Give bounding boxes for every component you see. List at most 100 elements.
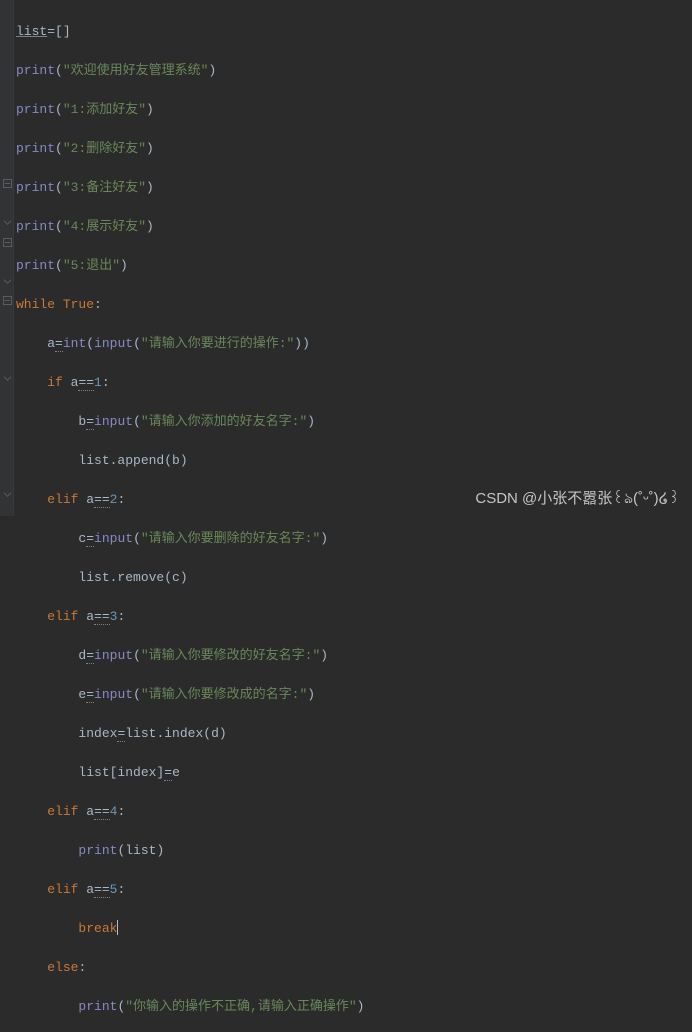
code-token: print <box>78 843 117 858</box>
code-token: "欢迎使用好友管理系统" <box>63 63 209 78</box>
code-token: input <box>94 687 133 702</box>
code-token: : <box>117 804 125 819</box>
code-token: = <box>86 687 94 703</box>
watermark-text: CSDN @小张不嚣张꒰ঌ(˚ᵕ˚)໒꒱ <box>475 489 680 509</box>
code-token: "请输入你要修改成的名字:" <box>141 687 307 702</box>
code-token: = <box>117 726 125 742</box>
code-token: print <box>16 102 55 117</box>
fold-end-icon[interactable] <box>2 217 12 227</box>
code-indent <box>16 375 47 390</box>
text-caret <box>117 920 118 935</box>
fold-end-icon[interactable] <box>2 276 12 286</box>
code-token: ( <box>55 258 63 273</box>
fold-end-icon[interactable] <box>2 373 12 383</box>
code-token: )) <box>294 336 310 351</box>
code-token: input <box>94 648 133 663</box>
code-indent <box>16 609 47 624</box>
code-indent <box>16 921 78 936</box>
code-token: if <box>47 375 70 390</box>
code-token: 5 <box>110 882 118 897</box>
code-token: list.remove(c) <box>78 570 187 585</box>
code-token: ) <box>146 219 154 234</box>
code-token: "1:添加好友" <box>63 102 146 117</box>
code-token: else <box>47 960 78 975</box>
code-indent <box>16 999 78 1014</box>
code-token: : <box>117 882 125 897</box>
fold-minus-icon[interactable] <box>2 237 12 247</box>
code-token: : <box>102 375 110 390</box>
fold-end-icon[interactable] <box>2 489 12 499</box>
code-token: ) <box>146 180 154 195</box>
code-token: ) <box>208 63 216 78</box>
code-indent <box>16 804 47 819</box>
code-token: ( <box>133 687 141 702</box>
code-token: = <box>86 414 94 430</box>
code-token: list.index(d) <box>125 726 226 741</box>
fold-minus-icon[interactable] <box>2 178 12 188</box>
code-indent <box>16 882 47 897</box>
code-token: print <box>16 141 55 156</box>
code-token: print <box>78 999 117 1014</box>
code-indent <box>16 843 78 858</box>
code-token: (list) <box>117 843 164 858</box>
code-token: ( <box>55 102 63 117</box>
code-token: input <box>94 336 133 351</box>
code-token: ( <box>133 414 141 429</box>
code-token: e <box>172 765 180 780</box>
code-token: ( <box>133 336 141 351</box>
code-token: ) <box>320 531 328 546</box>
code-token: a <box>86 609 94 624</box>
code-token: ( <box>133 648 141 663</box>
code-token: : <box>94 297 102 312</box>
code-token: ) <box>357 999 365 1014</box>
code-token: list <box>16 24 47 39</box>
code-token: = <box>86 648 94 664</box>
code-indent <box>16 414 78 429</box>
code-token: ) <box>307 414 315 429</box>
code-token: == <box>78 375 94 391</box>
code-token: "3:备注好友" <box>63 180 146 195</box>
code-indent <box>16 726 78 741</box>
code-token: == <box>94 492 110 508</box>
code-token: index <box>78 726 117 741</box>
code-indent <box>16 765 78 780</box>
code-token: elif <box>47 609 86 624</box>
code-token: "4:展示好友" <box>63 219 146 234</box>
code-token: a <box>86 804 94 819</box>
code-token: == <box>94 609 110 625</box>
code-token: "请输入你添加的好友名字:" <box>141 414 307 429</box>
code-token: ( <box>133 531 141 546</box>
code-indent <box>16 687 78 702</box>
code-token: elif <box>47 882 86 897</box>
code-token: =[] <box>47 24 70 39</box>
code-token: list[index] <box>78 765 164 780</box>
code-token: a <box>86 882 94 897</box>
editor-gutter <box>0 0 14 516</box>
code-token: ( <box>55 63 63 78</box>
code-token: elif <box>47 492 86 507</box>
code-token: int <box>63 336 86 351</box>
code-indent <box>16 531 78 546</box>
code-token: print <box>16 180 55 195</box>
code-token: a <box>47 336 55 351</box>
code-token: ) <box>146 141 154 156</box>
code-token: print <box>16 63 55 78</box>
code-token: 4 <box>110 804 118 819</box>
code-token: ( <box>55 141 63 156</box>
code-token: ) <box>146 102 154 117</box>
code-indent <box>16 960 47 975</box>
code-indent <box>16 453 78 468</box>
code-editor[interactable]: list=[] print("欢迎使用好友管理系统") print("1:添加好… <box>16 2 364 1032</box>
code-token: 3 <box>110 609 118 624</box>
code-token: a <box>86 492 94 507</box>
code-token: : <box>117 492 125 507</box>
code-token: True <box>63 297 94 312</box>
code-token: input <box>94 531 133 546</box>
code-token: ( <box>55 180 63 195</box>
code-indent <box>16 570 78 585</box>
code-token: break <box>78 921 117 936</box>
code-token: "2:删除好友" <box>63 141 146 156</box>
code-token: ) <box>120 258 128 273</box>
code-token: == <box>94 804 110 820</box>
fold-minus-icon[interactable] <box>2 295 12 305</box>
